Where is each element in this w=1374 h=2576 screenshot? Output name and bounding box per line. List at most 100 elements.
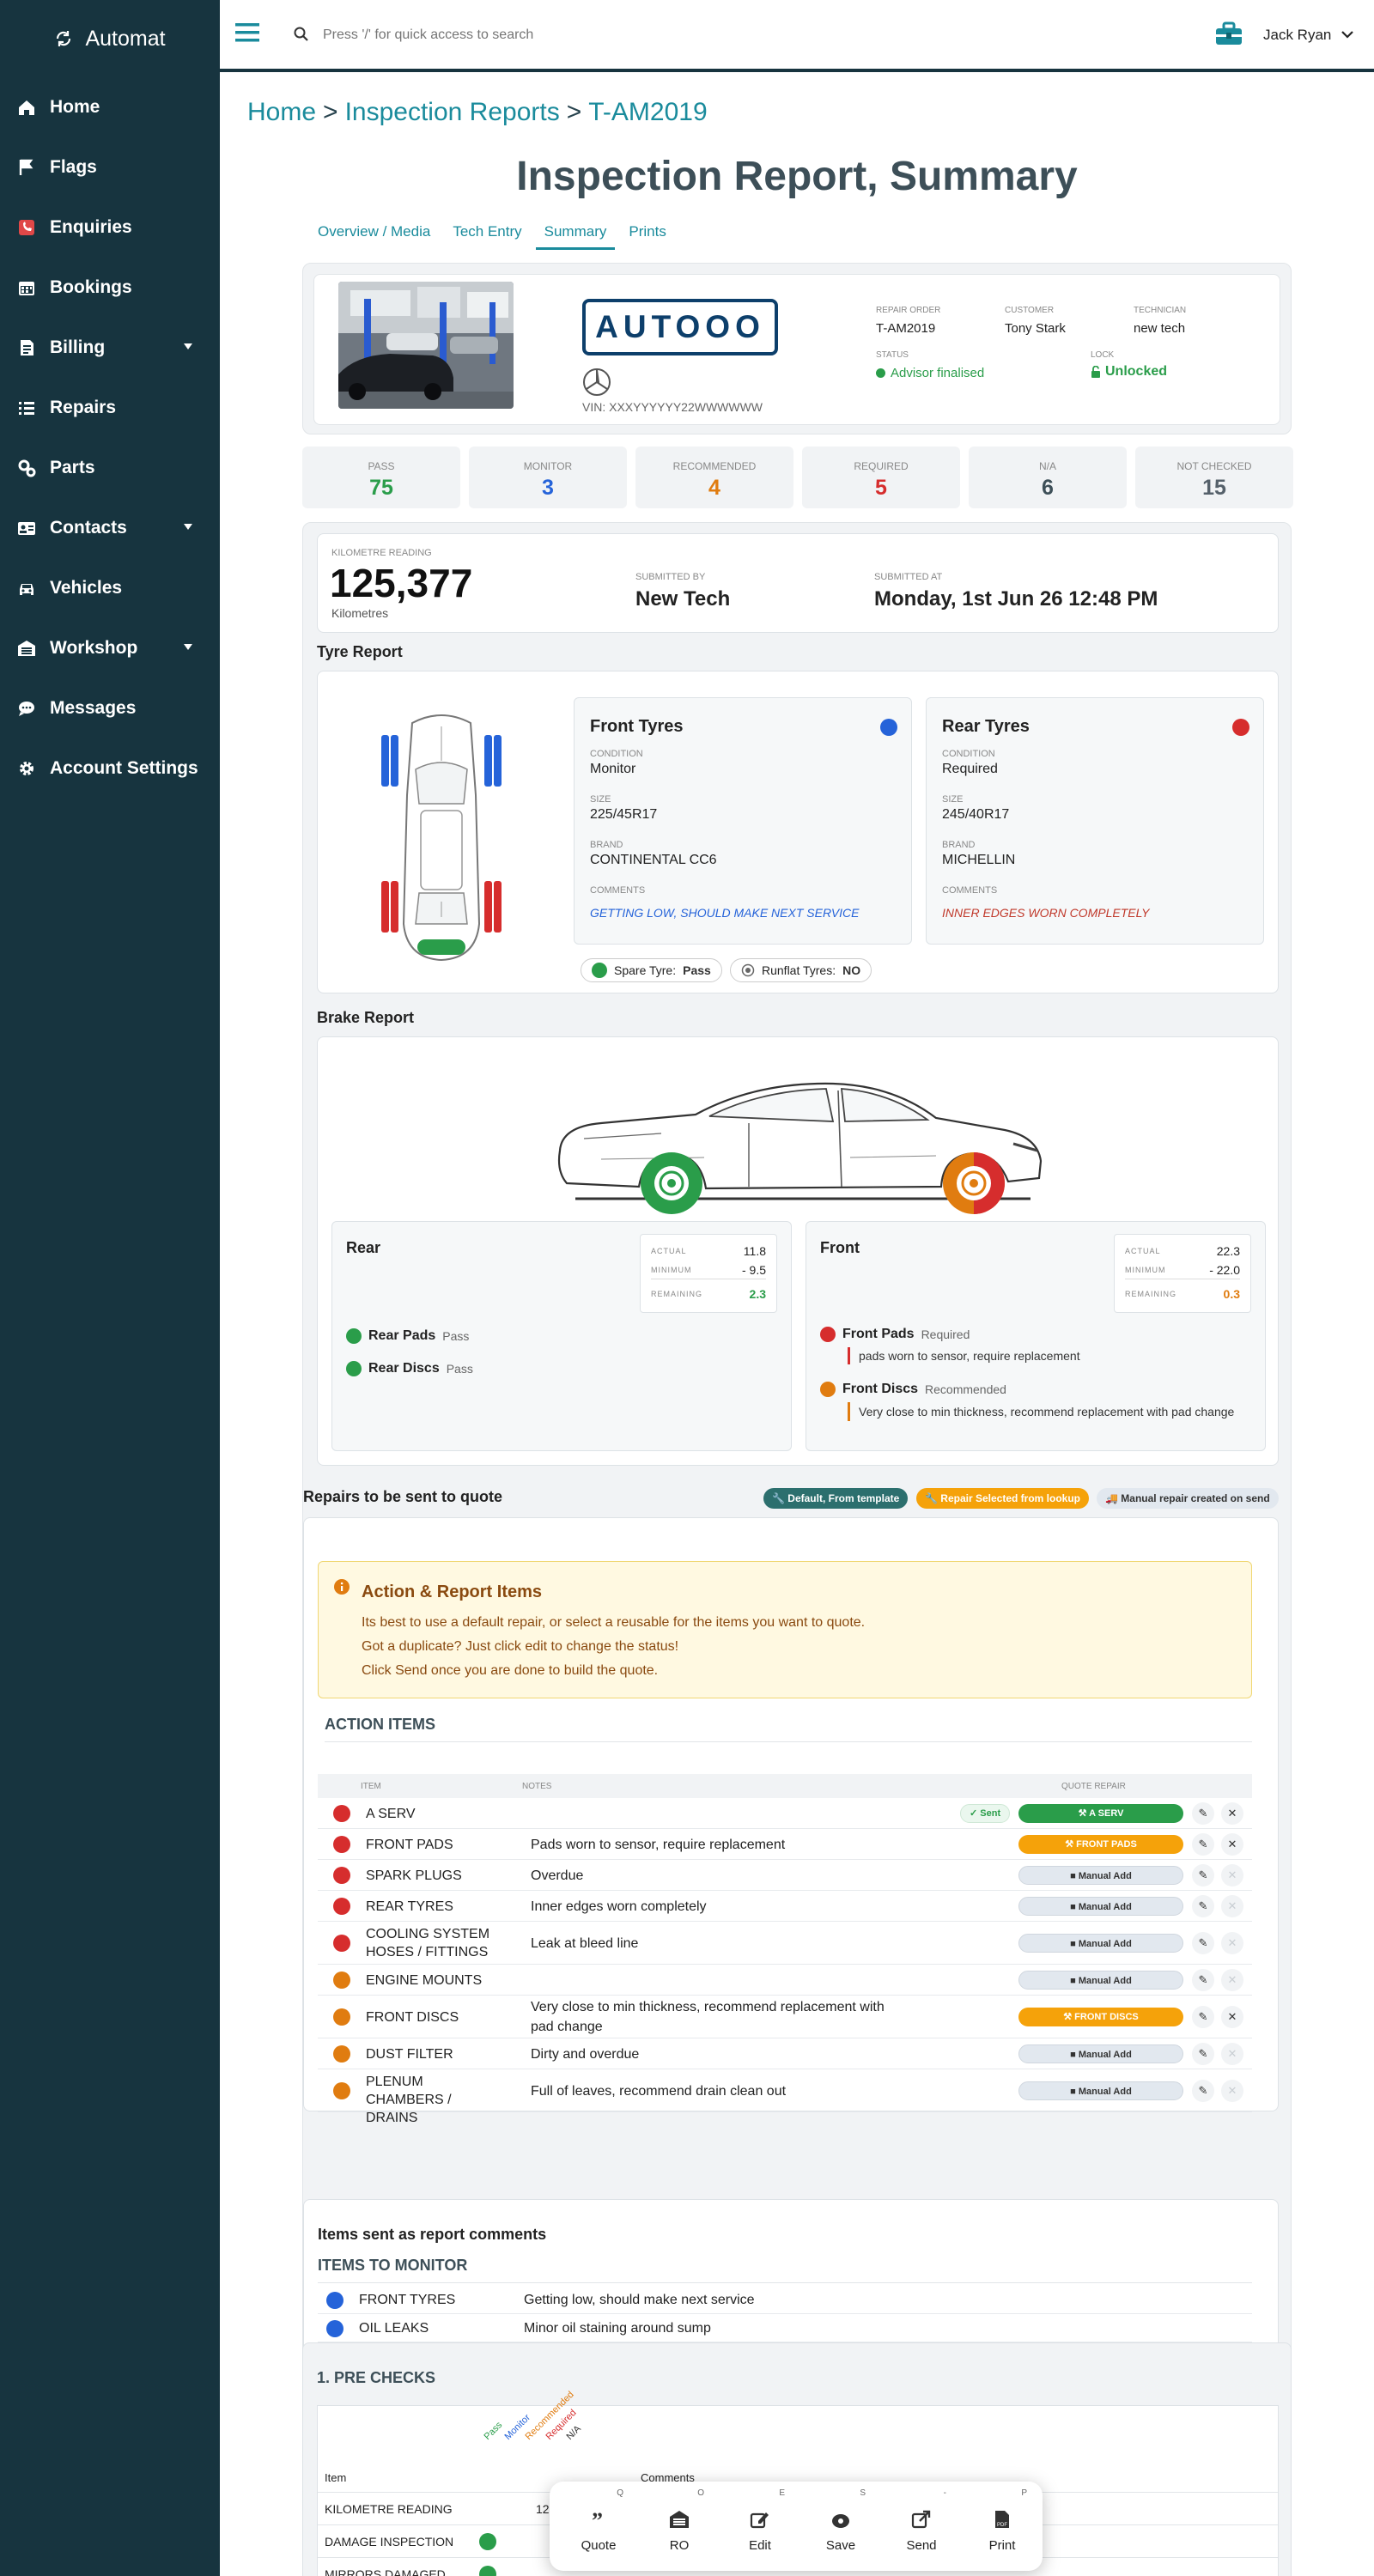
table-row: ENGINE MOUNTS ■ Manual Add ✎ ✕ xyxy=(318,1965,1252,1996)
quote-repair-button[interactable]: ■ Manual Add xyxy=(1018,1866,1183,1885)
divider xyxy=(318,2282,1252,2283)
close-icon[interactable]: ✕ xyxy=(1221,2006,1243,2028)
tab-overview[interactable]: Overview / Media xyxy=(309,223,439,250)
edit-icon[interactable]: ✎ xyxy=(1192,1802,1214,1825)
front-brake-card: Front ACTUAL 22.3 MINIMUM - 22.0 REMAINING… xyxy=(806,1221,1266,1451)
user-name[interactable]: Jack Ryan xyxy=(1263,27,1331,44)
dock-ro-button[interactable]: O RO xyxy=(639,2482,720,2571)
toolbox-icon[interactable] xyxy=(1214,21,1243,46)
sidebar-item-parts[interactable]: Parts xyxy=(0,438,220,498)
sidebar-item-bookings[interactable]: Bookings xyxy=(0,258,220,318)
sidebar-item-repairs[interactable]: Repairs xyxy=(0,378,220,438)
breadcrumb: Home > Inspection Reports > T-AM2019 xyxy=(247,98,708,127)
stat-recommended[interactable]: RECOMMENDED 4 xyxy=(635,447,793,508)
close-icon[interactable]: ✕ xyxy=(1221,1895,1243,1917)
quote-repair-button[interactable]: ■ Manual Add xyxy=(1018,2081,1183,2100)
app-brand[interactable]: Automat xyxy=(0,0,220,77)
close-icon[interactable]: ✕ xyxy=(1221,2043,1243,2065)
quote-repair-button[interactable]: ⚒ FRONT PADS xyxy=(1018,1835,1183,1854)
sidebar-item-contacts[interactable]: Contacts xyxy=(0,498,220,558)
table-row: SPARK PLUGS Overdue ■ Manual Add ✎ ✕ xyxy=(318,1860,1252,1891)
sidebar-item-vehicles[interactable]: Vehicles xyxy=(0,558,220,618)
rear-condition-value: Required xyxy=(942,762,998,776)
pass-dot[interactable] xyxy=(479,2566,496,2576)
quote-repair-button[interactable]: ■ Manual Add xyxy=(1018,1897,1183,1916)
spare-tyre-pill: Spare Tyre: Pass xyxy=(581,958,722,982)
dock-quote-button[interactable]: ” Q Quote xyxy=(558,2482,639,2571)
sent-label: Sent xyxy=(980,1808,1001,1819)
table-row: PLENUM CHAMBERS / DRAINS Full of leaves, … xyxy=(318,2069,1252,2125)
close-icon[interactable]: ✕ xyxy=(1221,1932,1243,1954)
edit-icon[interactable]: ✎ xyxy=(1192,1969,1214,1991)
truck-icon: ■ xyxy=(1070,2087,1079,2097)
stat-required[interactable]: REQUIRED 5 xyxy=(802,447,960,508)
rear-actual-label: ACTUAL xyxy=(651,1247,687,1255)
dock-send-button[interactable]: - Send xyxy=(881,2482,962,2571)
hamburger-icon[interactable] xyxy=(235,22,259,43)
dock-save-button[interactable]: S Save xyxy=(800,2482,881,2571)
send-icon xyxy=(911,2510,931,2529)
edit-icon[interactable]: ✎ xyxy=(1192,1895,1214,1917)
front-discs-label: Front Discs xyxy=(842,1382,919,1396)
edit-icon[interactable]: ✎ xyxy=(1192,1864,1214,1886)
stat-not-checked[interactable]: NOT CHECKED 15 xyxy=(1135,447,1293,508)
vehicle-summary-panel: AUTOOO VIN: XXXYYYYYY22WWWWWW REPAIR ORD… xyxy=(302,263,1292,434)
sidebar-item-enquiries[interactable]: Enquiries xyxy=(0,197,220,258)
sidebar-item-messages[interactable]: Messages xyxy=(0,678,220,738)
status-badge: Advisor finalised xyxy=(876,366,984,380)
pass-dot[interactable] xyxy=(479,2533,496,2550)
edit-icon[interactable]: ✎ xyxy=(1192,2043,1214,2065)
repairs-header: Repairs to be sent to quote 🔧 Default, F… xyxy=(303,1483,1292,1514)
item-note: Pads worn to sensor, require replacement xyxy=(531,1837,786,1852)
spare-tyre-value: Pass xyxy=(683,963,711,977)
customer-value[interactable]: Tony Stark xyxy=(1005,321,1066,336)
edit-icon[interactable]: ✎ xyxy=(1192,1932,1214,1954)
tab-summary[interactable]: Summary xyxy=(535,223,616,250)
close-icon[interactable]: ✕ xyxy=(1221,1802,1243,1825)
dock-print-button[interactable]: PDF P Print xyxy=(962,2482,1043,2571)
quote-repair-button[interactable]: ⚒ FRONT DISCS xyxy=(1018,2008,1183,2026)
edit-icon[interactable]: ✎ xyxy=(1192,1833,1214,1856)
item-note: Leak at bleed line xyxy=(531,1935,639,1951)
stat-monitor[interactable]: MONITOR 3 xyxy=(469,447,627,508)
sidebar-item-workshop[interactable]: Workshop xyxy=(0,618,220,678)
search-input[interactable] xyxy=(323,24,769,46)
repair-order-value[interactable]: T-AM2019 xyxy=(876,321,935,336)
close-icon[interactable]: ✕ xyxy=(1221,1969,1243,1991)
sidebar-item-home[interactable]: Home xyxy=(0,77,220,137)
edit-icon[interactable]: ✎ xyxy=(1192,2080,1214,2102)
breadcrumb-reports[interactable]: Inspection Reports xyxy=(345,98,560,126)
quote-repair-button[interactable]: ■ Manual Add xyxy=(1018,1934,1183,1953)
quote-repair-button[interactable]: ■ Manual Add xyxy=(1018,2044,1183,2063)
close-icon[interactable]: ✕ xyxy=(1221,2080,1243,2102)
unlock-icon xyxy=(1091,366,1100,378)
edit-icon[interactable]: ✎ xyxy=(1192,2006,1214,2028)
check-icon: ✓ xyxy=(970,1808,981,1819)
quote-repair-button[interactable]: ⚒ A SERV xyxy=(1018,1804,1183,1823)
close-icon[interactable]: ✕ xyxy=(1221,1864,1243,1886)
dock-label: Send xyxy=(906,2538,937,2553)
sidebar-item-flags[interactable]: Flags xyxy=(0,137,220,197)
tab-tech-entry[interactable]: Tech Entry xyxy=(444,223,530,250)
sidebar-item-billing[interactable]: Billing xyxy=(0,318,220,378)
legend-lookup-repair: 🔧 Repair Selected from lookup xyxy=(916,1488,1089,1509)
quote-repair-button[interactable]: ■ Manual Add xyxy=(1018,1971,1183,1990)
pc-col-pass: Pass xyxy=(482,2420,505,2442)
item-name: ENGINE MOUNTS xyxy=(366,1972,483,1988)
lock-toggle[interactable]: Unlocked xyxy=(1091,364,1167,380)
prechecks-title: 1. PRE CHECKS xyxy=(317,2369,436,2386)
tab-prints[interactable]: Prints xyxy=(620,223,674,250)
item-name: A SERV xyxy=(366,1806,416,1821)
chevron-down-icon[interactable] xyxy=(1341,29,1354,39)
quote-repair-label: Manual Add xyxy=(1078,1939,1132,1949)
rear-discs-status: Pass xyxy=(446,1362,473,1376)
stat-pass[interactable]: PASS 75 xyxy=(302,447,460,508)
front-size-label: SIZE xyxy=(590,794,611,805)
workshop-photo[interactable] xyxy=(338,282,514,409)
breadcrumb-current[interactable]: T-AM2019 xyxy=(588,98,707,126)
stat-n-a[interactable]: N/A 6 xyxy=(969,447,1127,508)
sidebar-item-account-settings[interactable]: Account Settings xyxy=(0,738,220,799)
breadcrumb-home[interactable]: Home xyxy=(247,98,316,126)
close-icon[interactable]: ✕ xyxy=(1221,1833,1243,1856)
dock-edit-button[interactable]: E Edit xyxy=(720,2482,800,2571)
